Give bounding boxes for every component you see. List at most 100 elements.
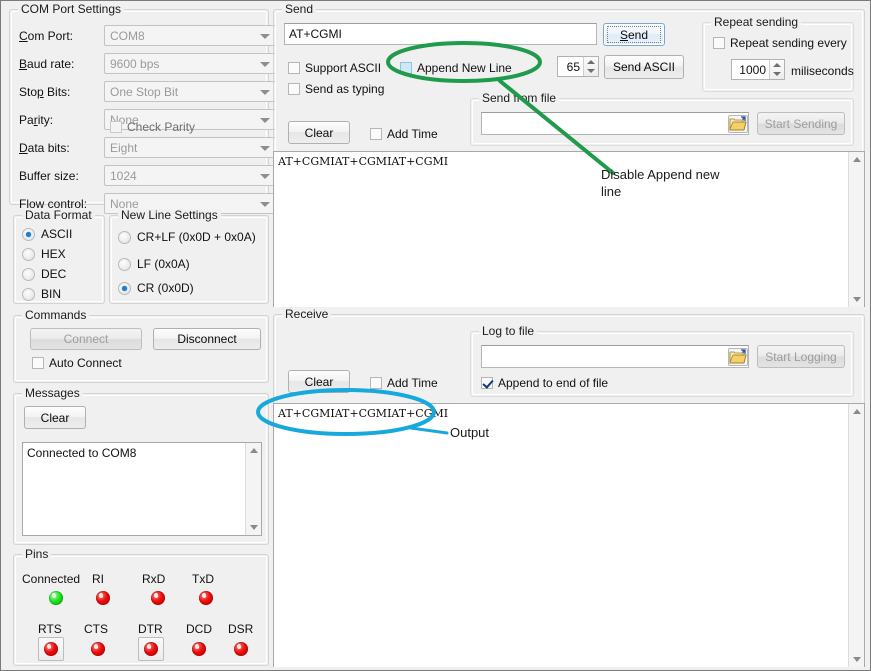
repeat-interval-spinner[interactable]: 1000 bbox=[731, 59, 785, 80]
com-port-select[interactable]: COM8 bbox=[104, 25, 276, 46]
com-port-value: COM8 bbox=[110, 29, 145, 43]
pin-led-connected bbox=[49, 591, 63, 605]
send-ascii-button[interactable]: Send ASCII bbox=[604, 55, 684, 79]
spinner-up-icon bbox=[773, 63, 781, 67]
folder-open-icon[interactable] bbox=[728, 348, 748, 366]
pins-legend: Pins bbox=[22, 548, 51, 561]
radio-label: BIN bbox=[41, 287, 61, 301]
append-new-line-checkbox[interactable]: Append New Line bbox=[400, 61, 512, 75]
chevron-down-icon bbox=[260, 202, 270, 207]
radio-dot bbox=[22, 268, 35, 281]
radio-data-format-hex[interactable]: HEX bbox=[22, 247, 66, 261]
start-sending-label: Start Sending bbox=[765, 117, 838, 131]
pin-led-dsr bbox=[234, 642, 248, 656]
radio-newline-cr[interactable]: CR (0x0D) bbox=[118, 281, 194, 295]
radio-dot bbox=[22, 288, 35, 301]
scroll-down-icon[interactable] bbox=[853, 657, 861, 662]
radio-dot bbox=[22, 228, 35, 241]
log-file-path-input[interactable] bbox=[481, 345, 749, 368]
checkbox-box bbox=[370, 128, 382, 140]
checkbox-box bbox=[370, 377, 382, 389]
receive-scrollbar[interactable] bbox=[848, 404, 864, 667]
scroll-up-icon[interactable] bbox=[853, 157, 861, 162]
send-clear-label: Clear bbox=[305, 126, 334, 140]
repeat-interval-value: 1000 bbox=[732, 63, 769, 77]
repeat-sending-checkbox[interactable]: Repeat sending every bbox=[713, 36, 847, 50]
radio-newline-crlf[interactable]: CR+LF (0x0D + 0x0A) bbox=[118, 230, 256, 244]
start-logging-button[interactable]: Start Logging bbox=[757, 345, 845, 368]
blue-annotation-text: Output bbox=[450, 424, 489, 441]
ascii-code-spinner[interactable]: 65 bbox=[557, 56, 599, 77]
radio-dot bbox=[118, 231, 131, 244]
receive-output-textarea[interactable]: AT+CGMIAT+CGMIAT+CGMI bbox=[273, 403, 865, 667]
pin-led-rts bbox=[44, 642, 58, 656]
radio-newline-lf[interactable]: LF (0x0A) bbox=[118, 257, 190, 271]
send-from-file-group: Send from file Start Sending bbox=[470, 98, 854, 146]
receive-clear-button[interactable]: Clear bbox=[288, 370, 350, 393]
messages-textarea[interactable]: Connected to COM8 bbox=[22, 442, 262, 536]
com-port-label: Com Port: bbox=[19, 29, 73, 43]
disconnect-button[interactable]: Disconnect bbox=[153, 328, 261, 350]
baud-rate-select[interactable]: 9600 bps bbox=[104, 53, 276, 74]
radio-data-format-bin[interactable]: BIN bbox=[22, 287, 61, 301]
stop-bits-value: One Stop Bit bbox=[110, 85, 178, 99]
stop-bits-select[interactable]: One Stop Bit bbox=[104, 81, 276, 102]
start-sending-button[interactable]: Start Sending bbox=[757, 112, 845, 135]
support-ascii-checkbox[interactable]: Support ASCII bbox=[288, 61, 381, 75]
chevron-down-icon bbox=[260, 90, 270, 95]
send-file-path-input[interactable] bbox=[481, 112, 749, 135]
send-echo-textarea[interactable]: AT+CGMIAT+CGMIAT+CGMI bbox=[273, 151, 865, 307]
radio-data-format-dec[interactable]: DEC bbox=[22, 267, 66, 281]
checkbox-box bbox=[481, 377, 493, 389]
radio-data-format-ascii[interactable]: ASCII bbox=[22, 227, 72, 241]
com-port-settings-legend: COM Port Settings bbox=[18, 3, 124, 16]
send-command-input[interactable]: AT+CGMI bbox=[284, 23, 597, 45]
scroll-up-icon[interactable] bbox=[853, 409, 861, 414]
spinner-arrows[interactable] bbox=[769, 60, 784, 79]
data-bits-select[interactable]: Eight bbox=[104, 137, 276, 158]
spinner-down-icon bbox=[773, 72, 781, 76]
radio-label: HEX bbox=[41, 247, 66, 261]
send-as-typing-checkbox[interactable]: Send as typing bbox=[288, 82, 384, 96]
receive-output-text: AT+CGMIAT+CGMIAT+CGMI bbox=[278, 407, 846, 420]
data-format-legend: Data Format bbox=[22, 209, 95, 222]
disconnect-label: Disconnect bbox=[177, 332, 236, 346]
scroll-down-icon[interactable] bbox=[250, 525, 258, 530]
commands-legend: Commands bbox=[22, 309, 89, 322]
check-parity-checkbox[interactable]: Check Parity bbox=[110, 120, 195, 134]
buffer-size-value: 1024 bbox=[110, 169, 137, 183]
send-echo-scrollbar[interactable] bbox=[848, 152, 864, 307]
checkbox-box bbox=[713, 37, 725, 49]
pin-label-dtr: DTR bbox=[138, 622, 163, 636]
baud-rate-value: 9600 bps bbox=[110, 57, 159, 71]
auto-connect-checkbox[interactable]: Auto Connect bbox=[32, 356, 122, 370]
baud-rate-label: Baud rate: bbox=[19, 57, 74, 71]
messages-clear-button[interactable]: Clear bbox=[24, 406, 86, 429]
spinner-arrows[interactable] bbox=[583, 57, 598, 76]
receive-add-time-checkbox[interactable]: Add Time bbox=[370, 376, 438, 390]
scroll-down-icon[interactable] bbox=[853, 297, 861, 302]
append-to-end-checkbox[interactable]: Append to end of file bbox=[481, 376, 608, 390]
pin-led-cts bbox=[91, 642, 105, 656]
data-format-group: Data Format ASCII HEX DEC BIN bbox=[13, 215, 105, 304]
spinner-down-icon bbox=[587, 69, 595, 73]
pin-label-connected: Connected bbox=[22, 572, 80, 586]
buffer-size-select[interactable]: 1024 bbox=[104, 165, 276, 186]
send-add-time-checkbox[interactable]: Add Time bbox=[370, 127, 438, 141]
radio-label: CR (0x0D) bbox=[137, 281, 194, 295]
pin-led-txd bbox=[199, 591, 213, 605]
send-clear-button[interactable]: Clear bbox=[288, 121, 350, 144]
ascii-code-value: 65 bbox=[558, 60, 583, 74]
folder-open-icon[interactable] bbox=[728, 115, 748, 133]
chevron-down-icon bbox=[260, 146, 270, 151]
pin-label-cts: CTS bbox=[84, 622, 108, 636]
scroll-up-icon[interactable] bbox=[250, 448, 258, 453]
messages-scrollbar[interactable] bbox=[245, 443, 261, 535]
pin-led-ri bbox=[96, 591, 110, 605]
send-button[interactable]: Send bbox=[603, 23, 665, 46]
radio-label: CR+LF (0x0D + 0x0A) bbox=[137, 230, 256, 244]
connect-button[interactable]: Connect bbox=[30, 328, 142, 350]
repeat-sending-group: Repeat sending Repeat sending every 1000… bbox=[702, 22, 854, 92]
repeat-sending-legend: Repeat sending bbox=[711, 16, 801, 29]
append-to-end-label: Append to end of file bbox=[498, 376, 608, 390]
